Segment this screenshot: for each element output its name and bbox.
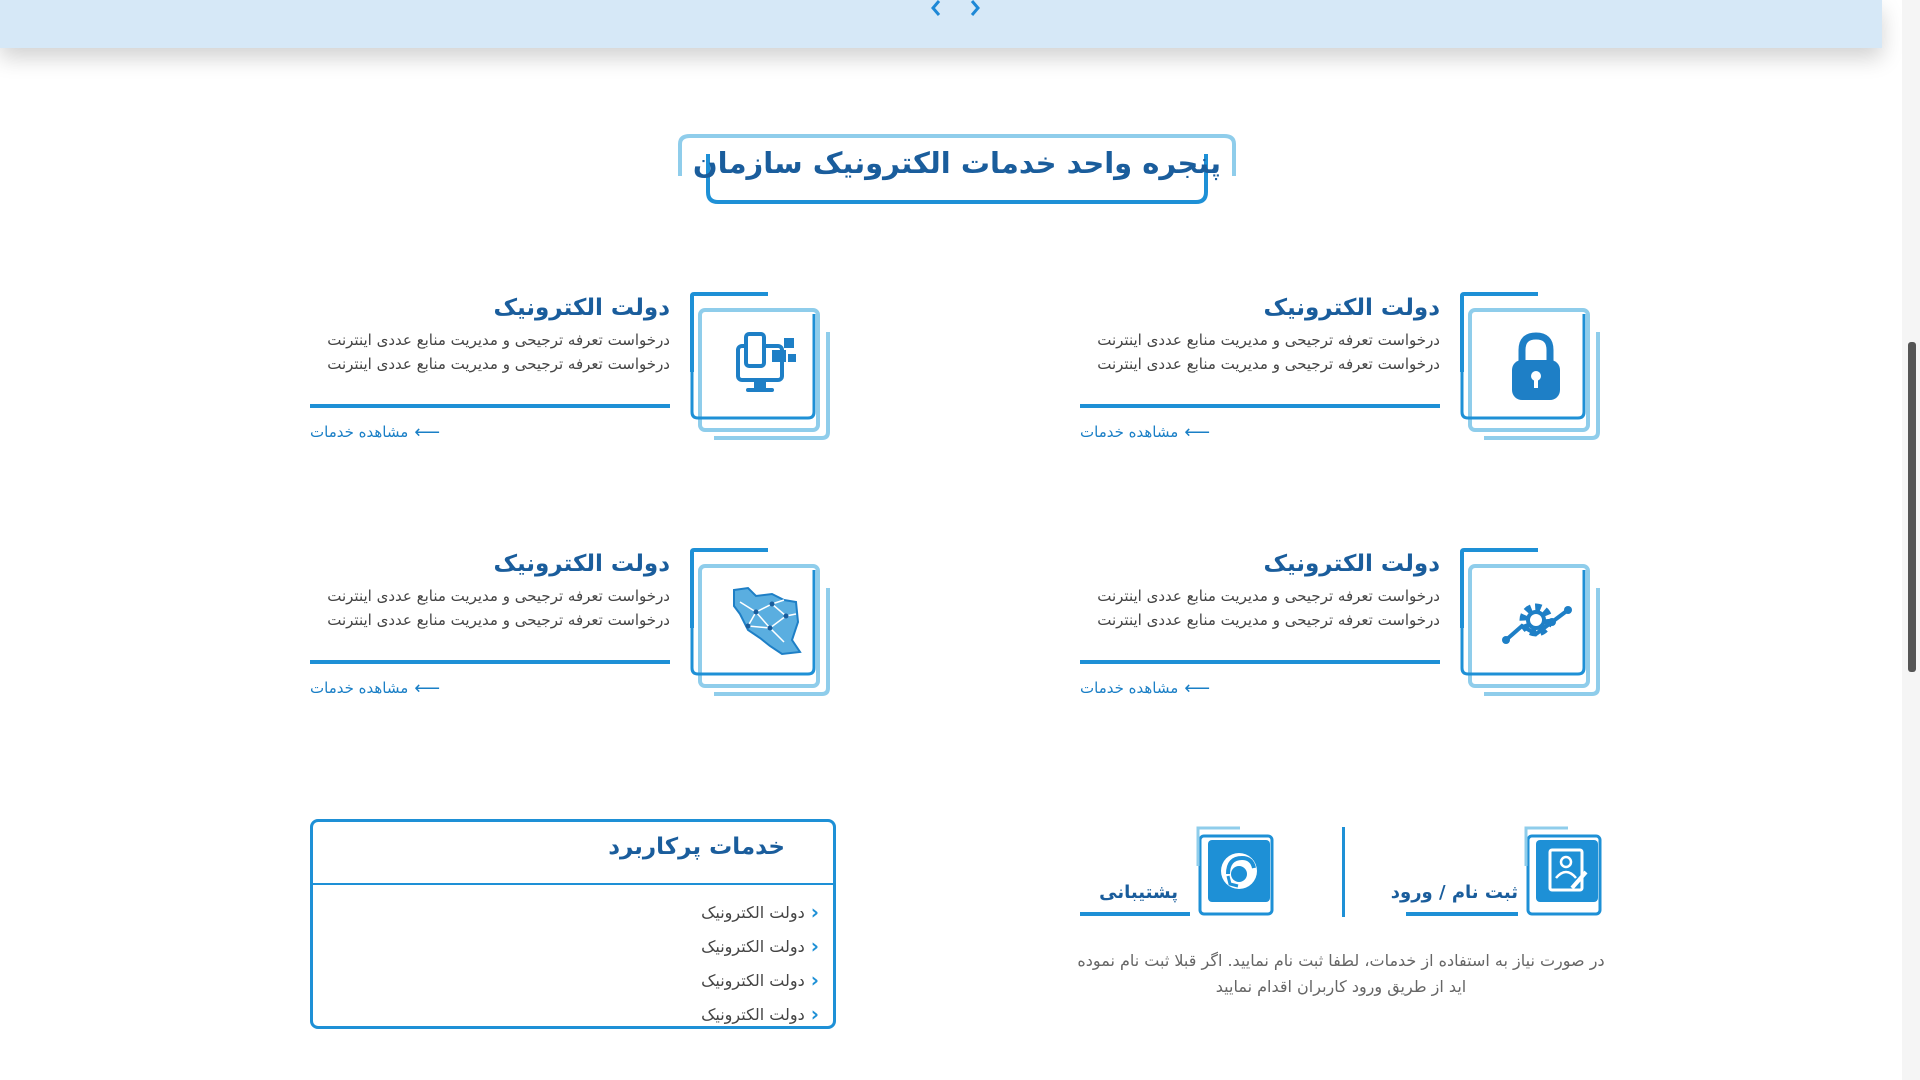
- scrollbar[interactable]: [1902, 0, 1920, 1080]
- view-services-label: مشاهده خدمات: [310, 679, 409, 697]
- popular-services-box: خدمات پرکاربرد ‹ دولت الکترونیک ‹ دولت ا…: [310, 819, 836, 1029]
- support-underline: [1080, 912, 1190, 916]
- popular-service-item[interactable]: ‹ دولت الکترونیک: [313, 895, 819, 929]
- view-services-link[interactable]: ⟵ مشاهده خدمات: [1080, 676, 1440, 700]
- popular-service-item[interactable]: ‹ دولت الکترونیک: [313, 963, 819, 997]
- popular-service-label: دولت الکترونیک: [701, 1004, 805, 1024]
- arrow-left-icon: ⟵: [1184, 421, 1211, 443]
- register-login-label: ثبت نام / ورود: [1390, 882, 1518, 903]
- popular-service-item[interactable]: ‹ دولت الکترونیک: [313, 929, 819, 963]
- section-title: پنجره واحد خدمات الکترونیک سازمان: [692, 146, 1222, 180]
- popular-services-list: ‹ دولت الکترونیک ‹ دولت الکترونیک ‹ دولت…: [313, 885, 833, 1031]
- popular-service-label: دولت الکترونیک: [701, 970, 805, 990]
- card-title: دولت الکترونیک: [493, 295, 670, 321]
- card-text: دولت الکترونیک درخواست تعرفه ترجیحی و مد…: [310, 292, 670, 376]
- card-divider: [1080, 404, 1440, 408]
- card-text: دولت الکترونیک درخواست تعرفه ترجیحی و مد…: [1080, 548, 1440, 632]
- chevron-right-icon[interactable]: [964, 0, 986, 16]
- lock-icon: [1496, 326, 1576, 406]
- vertical-divider: [1342, 827, 1345, 917]
- devices-icon: [726, 326, 806, 406]
- view-services-link[interactable]: ⟵ مشاهده خدمات: [310, 420, 670, 444]
- chevron-left-icon: ‹: [810, 900, 819, 924]
- view-services-link[interactable]: ⟵ مشاهده خدمات: [1080, 420, 1440, 444]
- popular-service-item[interactable]: ‹ دولت الکترونیک: [313, 997, 819, 1031]
- service-card: دولت الکترونیک درخواست تعرفه ترجیحی و مد…: [180, 548, 830, 728]
- gear-chart-icon: [1496, 582, 1576, 662]
- register-login-button[interactable]: ثبت نام / ورود: [1391, 826, 1604, 918]
- card-icon-frame: [1460, 292, 1600, 442]
- card-icon-frame: [690, 548, 830, 698]
- popular-service-label: دولت الکترونیک: [701, 902, 805, 922]
- card-description: درخواست تعرفه ترجیحی و مدیریت منابع عددی…: [327, 587, 670, 629]
- view-services-label: مشاهده خدمات: [310, 423, 409, 441]
- card-text: دولت الکترونیک درخواست تعرفه ترجیحی و مد…: [1080, 292, 1440, 376]
- card-text: دولت الکترونیک درخواست تعرفه ترجیحی و مد…: [310, 548, 670, 632]
- scrollbar-thumb[interactable]: [1908, 342, 1916, 672]
- chevron-left-icon: ‹: [810, 968, 819, 992]
- support-headset-icon: [1216, 848, 1262, 898]
- card-icon-frame: [1460, 548, 1600, 698]
- view-services-label: مشاهده خدمات: [1080, 423, 1179, 441]
- view-services-link[interactable]: ⟵ مشاهده خدمات: [310, 676, 670, 700]
- card-title: دولت الکترونیک: [1263, 551, 1440, 577]
- chevron-left-icon[interactable]: [925, 0, 947, 16]
- card-divider: [310, 660, 670, 664]
- section-title-frame: پنجره واحد خدمات الکترونیک سازمان: [678, 134, 1236, 204]
- register-icon-frame: [1524, 826, 1604, 918]
- card-icon-frame: [690, 292, 830, 442]
- card-description: درخواست تعرفه ترجیحی و مدیریت منابع عددی…: [1097, 331, 1440, 373]
- popular-service-label: دولت الکترونیک: [701, 936, 805, 956]
- arrow-left-icon: ⟵: [414, 421, 441, 443]
- card-description: درخواست تعرفه ترجیحی و مدیریت منابع عددی…: [1097, 587, 1440, 629]
- popular-services-title: خدمات پرکاربرد: [313, 822, 833, 885]
- service-card: دولت الکترونیک درخواست تعرفه ترجیحی و مد…: [950, 292, 1600, 472]
- service-card: دولت الکترونیک درخواست تعرفه ترجیحی و مد…: [180, 292, 830, 472]
- support-button[interactable]: پشتیبانی: [1080, 826, 1276, 918]
- card-divider: [1080, 660, 1440, 664]
- register-document-icon: [1546, 848, 1590, 898]
- chevron-left-icon: ‹: [810, 1002, 819, 1026]
- register-underline: [1406, 912, 1518, 916]
- card-title: دولت الکترونیک: [1263, 295, 1440, 321]
- card-divider: [310, 404, 670, 408]
- arrow-left-icon: ⟵: [1184, 677, 1211, 699]
- top-banner: [0, 0, 1882, 48]
- service-card: دولت الکترونیک درخواست تعرفه ترجیحی و مد…: [950, 548, 1600, 728]
- card-title: دولت الکترونیک: [493, 551, 670, 577]
- view-services-label: مشاهده خدمات: [1080, 679, 1179, 697]
- arrow-left-icon: ⟵: [414, 677, 441, 699]
- registration-info-text: در صورت نیاز به استفاده از خدمات، لطفا ث…: [1077, 951, 1605, 996]
- card-description: درخواست تعرفه ترجیحی و مدیریت منابع عددی…: [327, 331, 670, 373]
- iran-map-icon: [726, 582, 806, 662]
- support-label: پشتیبانی: [1099, 882, 1178, 903]
- support-icon-frame: [1196, 826, 1276, 918]
- chevron-left-icon: ‹: [810, 934, 819, 958]
